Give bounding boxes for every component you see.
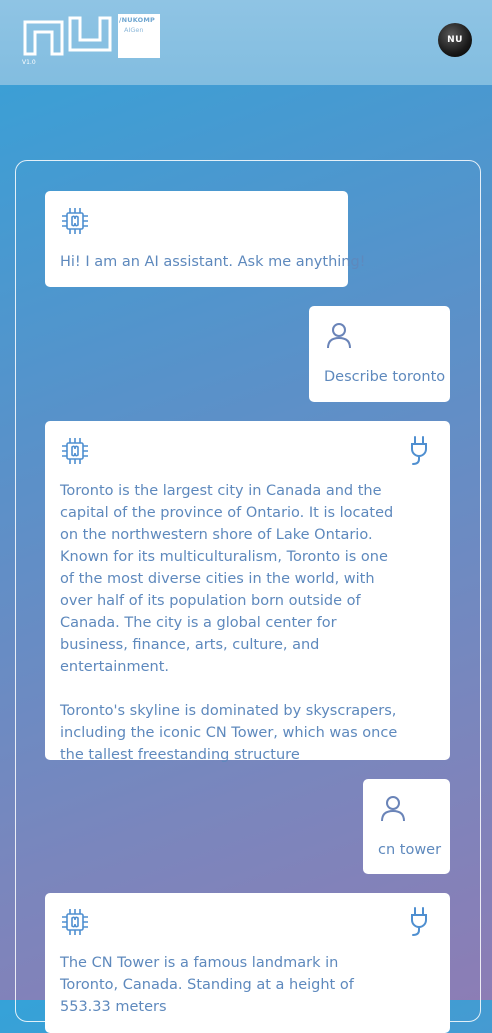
logo-sub: AIGen [124, 26, 144, 34]
message-text: cn tower [378, 842, 442, 858]
user-avatar[interactable]: NU [438, 23, 472, 57]
message-text: Hi! I am an AI assistant. Ask me anythin… [60, 254, 366, 270]
plug-icon[interactable] [408, 906, 430, 938]
message-body: The CN Tower is a famous landmark in Tor… [60, 952, 390, 1018]
cpu-icon [60, 436, 90, 466]
user-icon [326, 321, 352, 349]
message-paragraph: The CN Tower is a famous landmark in Tor… [60, 955, 354, 1015]
nu-logo-icon [23, 16, 112, 56]
logo-brand: NUKOMP [121, 16, 155, 24]
assistant-message: Hi! I am an AI assistant. Ask me anythin… [45, 191, 366, 287]
plug-icon[interactable] [408, 435, 430, 467]
cpu-icon [60, 206, 90, 236]
user-message: Describe toronto [309, 306, 450, 402]
avatar-text: NU [447, 35, 463, 45]
user-icon [380, 794, 406, 822]
assistant-message: The CN Tower is a famous landmark in Tor… [45, 893, 450, 1033]
message-paragraph: Toronto's skyline is dominated by skyscr… [60, 703, 398, 763]
header-bar: /NUKOMP AIGen V1.0 NU [0, 0, 492, 85]
assistant-message: Toronto is the largest city in Canada an… [45, 421, 450, 763]
user-message: cn tower [363, 779, 450, 874]
message-paragraph: Toronto is the largest city in Canada an… [60, 483, 394, 675]
message-text: Describe toronto [324, 369, 446, 385]
logo-brand-line: /NUKOMP [119, 16, 155, 24]
message-body: Toronto is the largest city in Canada an… [60, 480, 400, 766]
cpu-icon [60, 907, 90, 937]
version-label: V1.0 [22, 59, 36, 66]
